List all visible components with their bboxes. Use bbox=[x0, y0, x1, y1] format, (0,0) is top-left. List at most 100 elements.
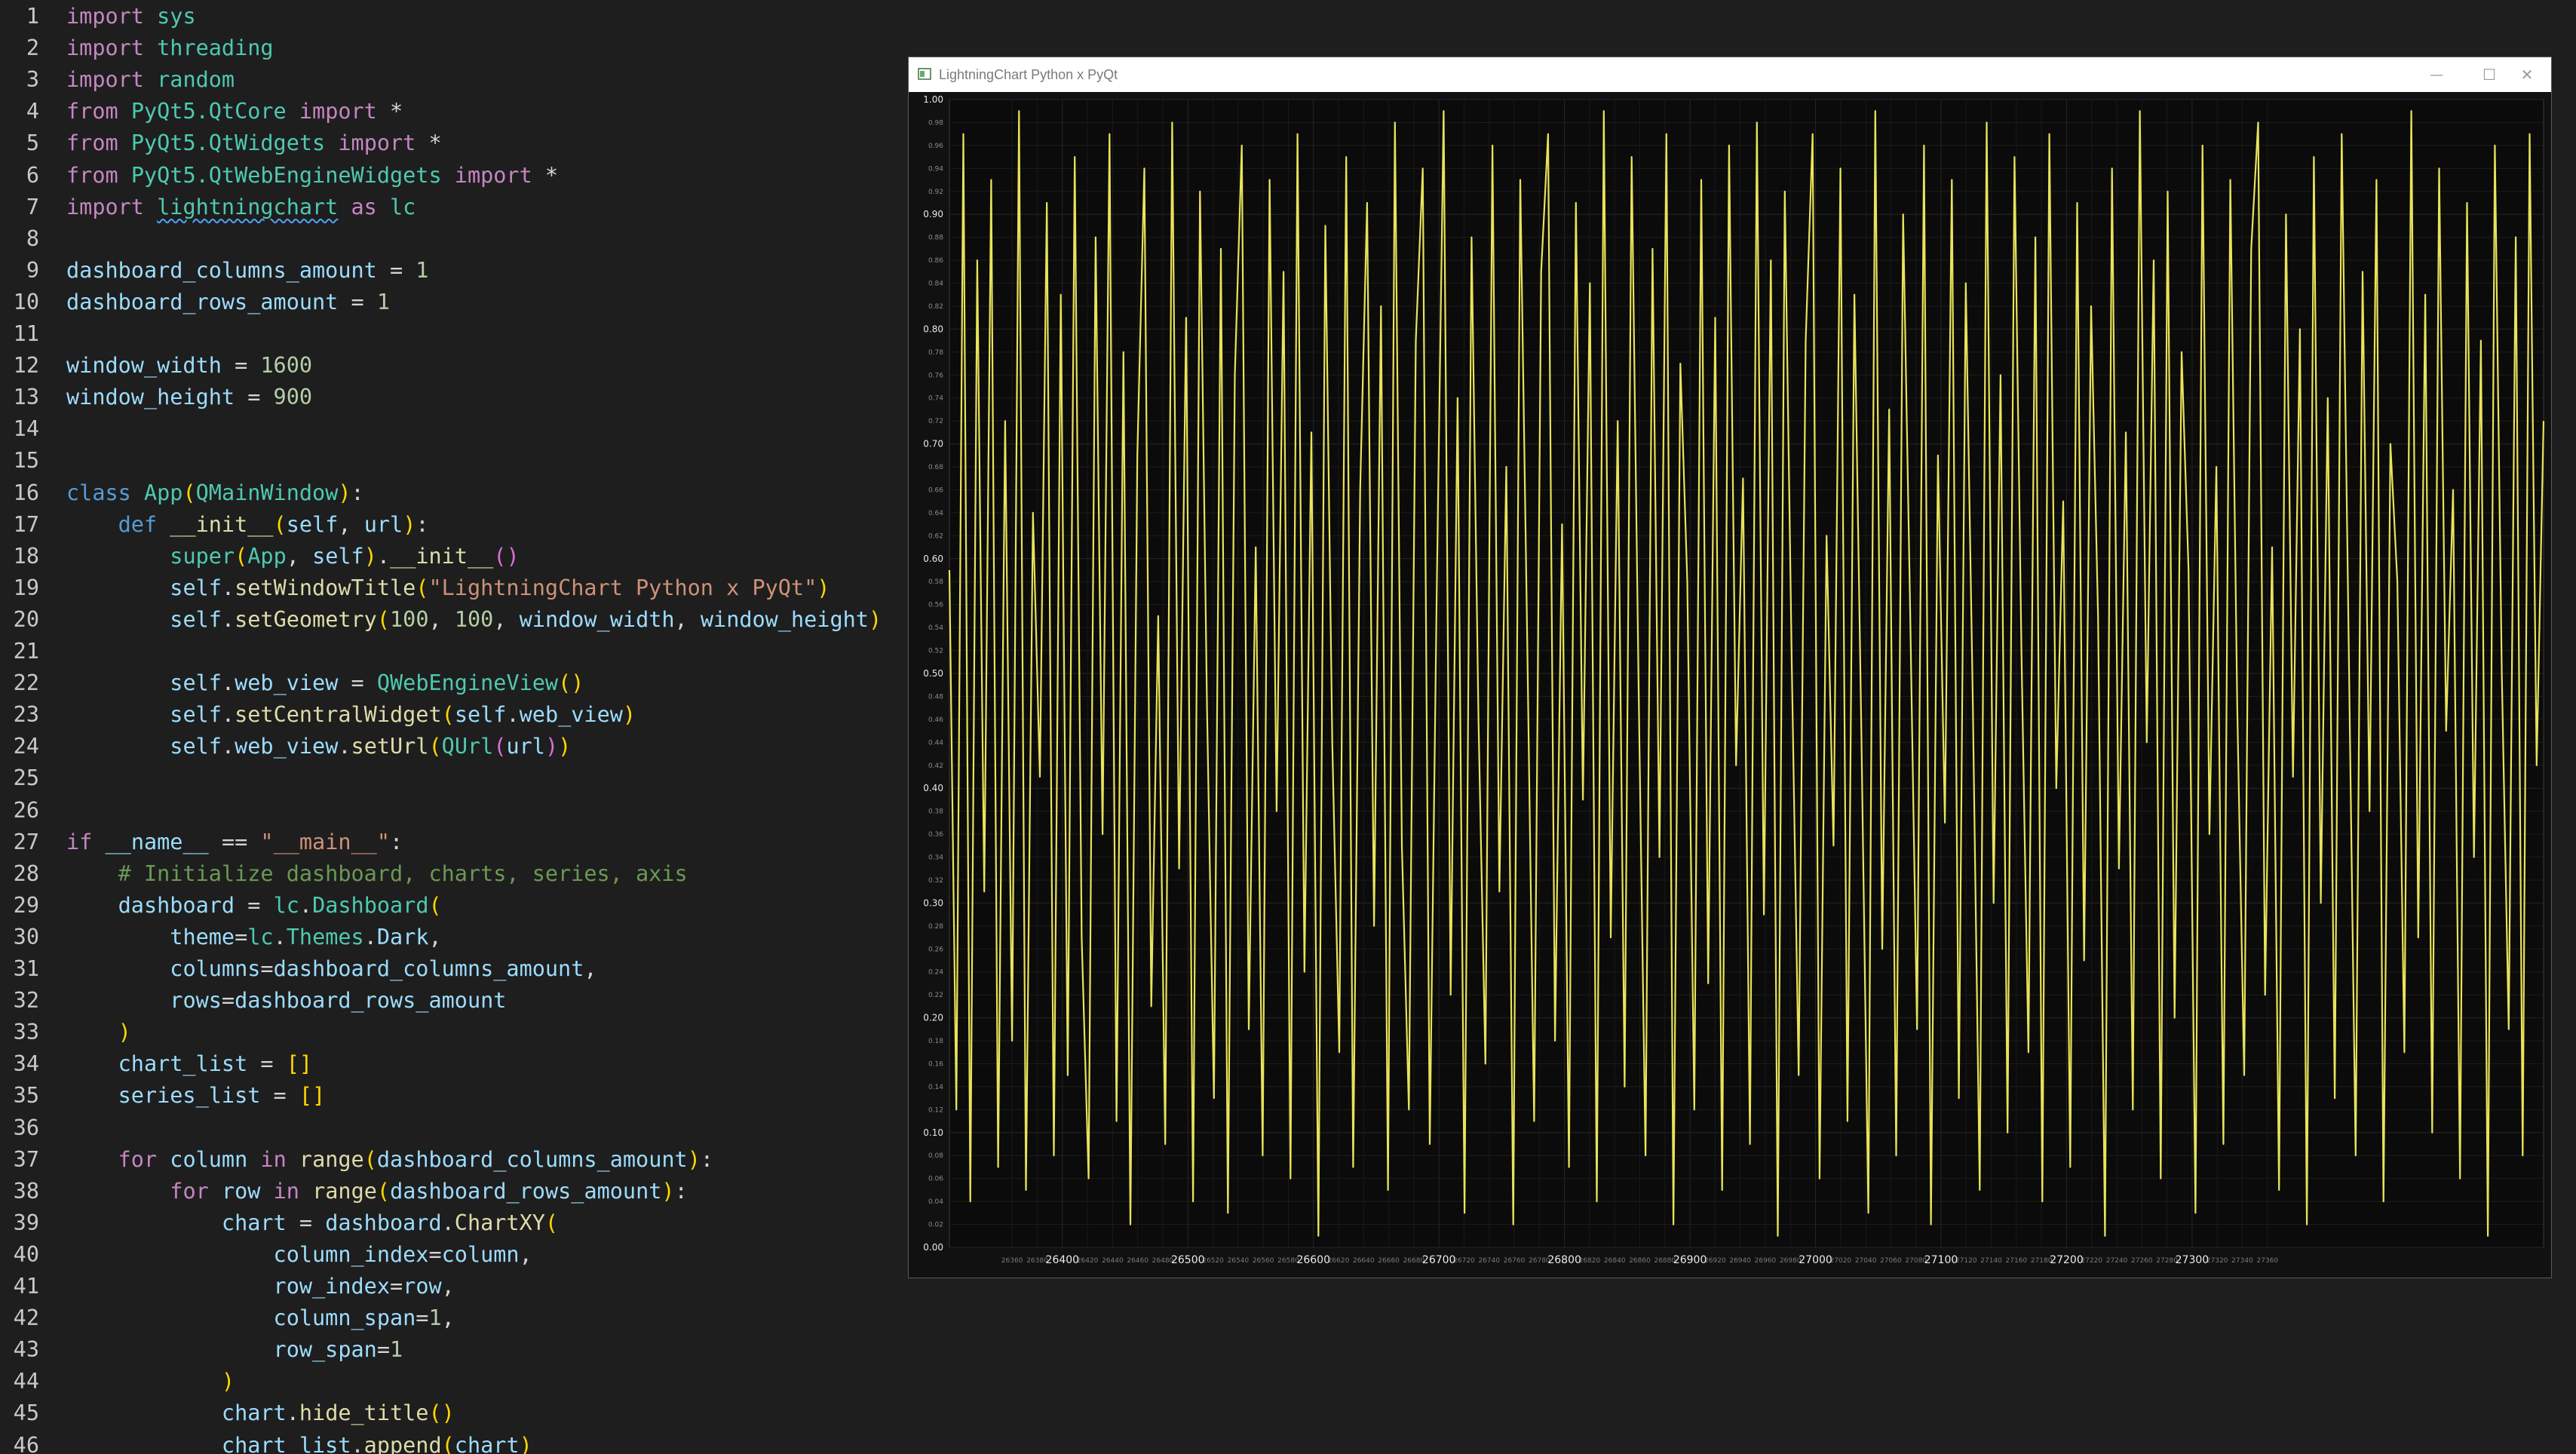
code-token: import bbox=[66, 194, 144, 219]
code-line[interactable]: 6 from PyQt5.QtWebEngineWidgets import * bbox=[0, 160, 905, 192]
x-major-tick-label: 27200 bbox=[2050, 1254, 2084, 1266]
code-token: ( bbox=[493, 734, 507, 759]
code-line[interactable]: 24 self.web_view.setUrl(QUrl(url)) bbox=[0, 731, 905, 762]
code-line[interactable]: 7 import lightningchart as lc bbox=[0, 192, 905, 223]
code-line[interactable]: 32 rows=dashboard_rows_amount bbox=[0, 985, 905, 1017]
code-line[interactable]: 43 row_span=1 bbox=[0, 1334, 905, 1366]
chart-view[interactable]: 0.02 0.04 0.06 0.08 0.12 0.14 0.16 0.18 0.22 0.24… bbox=[909, 92, 2551, 1278]
code-line[interactable]: 16 class App(QMainWindow): bbox=[0, 477, 905, 509]
code-token: url bbox=[506, 734, 545, 759]
code-token: chart bbox=[221, 1400, 287, 1426]
code-token: dashboard_rows_amount bbox=[66, 289, 339, 314]
code-line[interactable]: 25 bbox=[0, 762, 905, 794]
x-major-tick-label: 26500 bbox=[1171, 1254, 1205, 1266]
code-line[interactable]: 14 bbox=[0, 413, 905, 445]
code-line[interactable]: 46 chart_list.append(chart) bbox=[0, 1430, 905, 1454]
code-line[interactable]: 23 self.setCentralWidget(self.web_view) bbox=[0, 699, 905, 731]
code-line[interactable]: 38 for row in range(dashboard_rows_amoun… bbox=[0, 1176, 905, 1207]
code-line[interactable]: 15 bbox=[0, 445, 905, 477]
y-minor-tick-label: 0.44 bbox=[928, 739, 943, 747]
code-line[interactable]: 19 self.setWindowTitle("LightningChart P… bbox=[0, 572, 905, 604]
line-number: 3 bbox=[26, 67, 39, 93]
code-token: window_width bbox=[519, 606, 675, 632]
code-line[interactable]: 33 ) bbox=[0, 1017, 905, 1048]
code-line[interactable]: 36 bbox=[0, 1112, 905, 1144]
code-line[interactable]: 34 chart_list = [] bbox=[0, 1048, 905, 1080]
code-token: = bbox=[416, 1305, 429, 1331]
code-token: __init__ bbox=[170, 511, 274, 537]
code-token: rows bbox=[170, 988, 222, 1014]
line-chart[interactable]: 0.02 0.04 0.06 0.08 0.12 0.14 0.16 0.18 0.22 0.24… bbox=[909, 92, 2551, 1278]
code-line[interactable]: 9 dashboard_columns_amount = 1 bbox=[0, 255, 905, 287]
code-token: , bbox=[584, 956, 597, 981]
code-line[interactable]: 2 import threading bbox=[0, 32, 905, 64]
code-line[interactable]: 30 theme=lc.Themes.Dark, bbox=[0, 922, 905, 953]
code-line[interactable]: 39 chart = dashboard.ChartXY( bbox=[0, 1207, 905, 1239]
code-line[interactable]: 41 row_index=row, bbox=[0, 1271, 905, 1302]
y-minor-tick-label: 0.52 bbox=[928, 648, 943, 655]
x-minor-tick-label: 26540 bbox=[1228, 1257, 1250, 1265]
code-line[interactable]: 22 self.web_view = QWebEngineView() bbox=[0, 667, 905, 699]
code-token: . bbox=[221, 670, 235, 696]
close-button[interactable]: ✕ bbox=[2501, 57, 2553, 92]
code-line[interactable]: 35 series_list = [] bbox=[0, 1080, 905, 1112]
code-line[interactable]: 5 from PyQt5.QtWidgets import * bbox=[0, 127, 905, 159]
y-major-tick-label: 0.10 bbox=[923, 1127, 943, 1138]
code-token: . bbox=[221, 606, 235, 632]
code-token: 100 bbox=[390, 606, 429, 632]
code-line[interactable]: 42 column_span=1, bbox=[0, 1302, 905, 1334]
code-line[interactable]: 26 bbox=[0, 795, 905, 827]
line-number: 16 bbox=[13, 480, 39, 505]
code-editor[interactable]: 1 import sys 2 import threading 3 import rand… bbox=[0, 0, 905, 1454]
code-text: import threading bbox=[66, 32, 274, 64]
code-token: , bbox=[286, 543, 313, 569]
code-text: from PyQt5.QtWebEngineWidgets import * bbox=[66, 160, 558, 192]
code-line[interactable]: 8 bbox=[0, 223, 905, 255]
code-line[interactable]: 44 ) bbox=[0, 1366, 905, 1397]
code-line[interactable]: 37 for column in range(dashboard_columns… bbox=[0, 1144, 905, 1176]
code-line[interactable]: 13 window_height = 900 bbox=[0, 382, 905, 413]
y-minor-tick-label: 0.02 bbox=[928, 1222, 943, 1229]
y-minor-tick-label: 0.78 bbox=[928, 349, 943, 357]
code-line[interactable]: 20 self.setGeometry(100, 100, window_wid… bbox=[0, 604, 905, 636]
code-line[interactable]: 31 columns=dashboard_columns_amount, bbox=[0, 953, 905, 985]
code-token: ) bbox=[661, 1178, 675, 1204]
code-token: url bbox=[363, 511, 403, 537]
code-token: 1 bbox=[416, 257, 429, 283]
code-line[interactable]: 11 bbox=[0, 318, 905, 350]
code-token: . bbox=[221, 575, 235, 600]
code-line[interactable]: 21 bbox=[0, 636, 905, 667]
code-line[interactable]: 4 from PyQt5.QtCore import * bbox=[0, 96, 905, 127]
y-major-tick-label: 0.80 bbox=[923, 324, 943, 334]
minimize-button[interactable]: — bbox=[2411, 57, 2462, 92]
code-line[interactable]: 12 window_width = 1600 bbox=[0, 350, 905, 382]
code-line[interactable]: 1 import sys bbox=[0, 1, 905, 32]
code-line[interactable]: 45 chart.hide_title() bbox=[0, 1397, 905, 1429]
code-line[interactable]: 18 super(App, self).__init__() bbox=[0, 541, 905, 572]
window-titlebar[interactable]: LightningChart Python x PyQt — ☐ ✕ bbox=[909, 57, 2551, 93]
code-token: append bbox=[363, 1432, 442, 1454]
code-line[interactable]: 29 dashboard = lc.Dashboard( bbox=[0, 890, 905, 922]
code-line[interactable]: 27 if __name__ == "__main__": bbox=[0, 827, 905, 858]
code-token: . bbox=[286, 1400, 299, 1426]
code-text: self.web_view.setUrl(QUrl(url)) bbox=[66, 731, 571, 762]
code-token: lightningchart bbox=[157, 194, 339, 219]
code-text: dashboard = lc.Dashboard( bbox=[66, 890, 442, 922]
y-minor-tick-label: 0.32 bbox=[928, 877, 943, 885]
code-line[interactable]: 17 def __init__(self, url): bbox=[0, 509, 905, 541]
line-number: 14 bbox=[13, 416, 39, 442]
code-token: ( bbox=[235, 543, 248, 569]
y-minor-tick-label: 0.04 bbox=[928, 1198, 943, 1206]
code-line[interactable]: 3 import random bbox=[0, 64, 905, 96]
code-line[interactable]: 28 # Initialize dashboard, charts, serie… bbox=[0, 858, 905, 890]
code-token: ( bbox=[428, 892, 442, 918]
code-line[interactable]: 40 column_index=column, bbox=[0, 1239, 905, 1271]
y-minor-tick-label: 0.16 bbox=[928, 1060, 943, 1068]
code-line[interactable]: 10 dashboard_rows_amount = 1 bbox=[0, 287, 905, 318]
